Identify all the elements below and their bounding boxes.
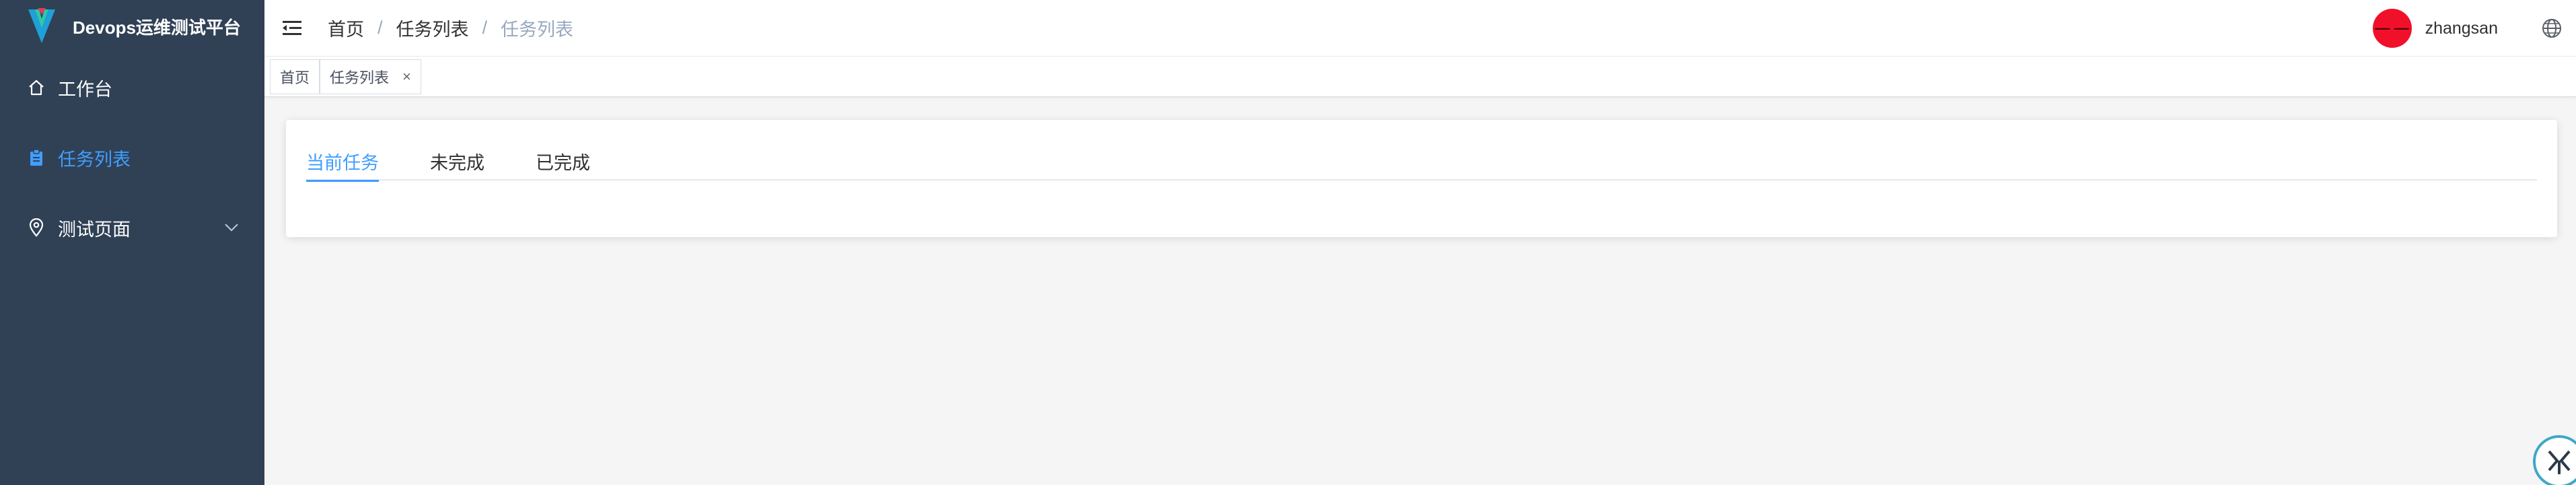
- clipboard-icon: [27, 148, 46, 167]
- app-root: Devops运维测试平台 工作台 任务列表 测试页面 首页 / 任务列表 / 任…: [0, 0, 2576, 485]
- app-title: Devops运维测试平台: [73, 17, 241, 38]
- tag-home[interactable]: 首页: [270, 59, 320, 94]
- tag-label: 首页: [280, 69, 310, 86]
- sidebar-item-task-list[interactable]: 任务列表: [0, 123, 264, 193]
- sidebar-item-label: 工作台: [58, 79, 112, 100]
- avatar-face: — —: [2375, 20, 2409, 36]
- sidebar-item-workbench[interactable]: 工作台: [0, 53, 264, 123]
- breadcrumb-task-list[interactable]: 任务列表: [396, 15, 469, 41]
- breadcrumb: 首页 / 任务列表 / 任务列表: [328, 15, 573, 41]
- globe-icon[interactable]: [2541, 18, 2563, 39]
- breadcrumb-separator: /: [482, 18, 488, 38]
- sidebar: Devops运维测试平台 工作台 任务列表 测试页面: [0, 0, 264, 485]
- sidebar-item-label: 测试页面: [58, 219, 131, 240]
- tag-task-list[interactable]: 任务列表 ×: [320, 59, 421, 94]
- breadcrumb-home[interactable]: 首页: [328, 15, 364, 41]
- navbar: 首页 / 任务列表 / 任务列表 — — zhangsan: [264, 0, 2576, 57]
- sidebar-item-label: 任务列表: [58, 149, 131, 170]
- floating-assistant-button[interactable]: [2533, 435, 2576, 485]
- breadcrumb-current: 任务列表: [501, 20, 574, 40]
- tag-label: 任务列表: [330, 69, 390, 86]
- tab-incomplete[interactable]: 未完成: [430, 146, 485, 181]
- app-logo-icon: [28, 8, 55, 43]
- right-menu: — — zhangsan: [2372, 0, 2576, 57]
- username[interactable]: zhangsan: [2425, 19, 2498, 38]
- breadcrumb-separator: /: [378, 18, 383, 38]
- sidebar-item-test-page[interactable]: 测试页面: [0, 193, 264, 263]
- hamburger-button[interactable]: [281, 17, 303, 40]
- tab-completed[interactable]: 已完成: [536, 146, 590, 181]
- main-area: 首页 / 任务列表 / 任务列表 — — zhangsan 首页 任务列表 × …: [264, 0, 2576, 485]
- task-card: 当前任务 未完成 已完成: [286, 120, 2557, 237]
- assistant-icon: [2548, 450, 2571, 474]
- tags-view: 首页 任务列表 ×: [264, 57, 2576, 97]
- location-pin-icon: [27, 218, 46, 237]
- home-icon: [27, 78, 46, 97]
- task-tabs: 当前任务 未完成 已完成: [306, 146, 2537, 182]
- menu-fold-icon: [283, 20, 301, 35]
- avatar[interactable]: — —: [2372, 9, 2412, 48]
- close-icon[interactable]: ×: [402, 68, 411, 86]
- tab-current-tasks[interactable]: 当前任务: [306, 146, 379, 182]
- chevron-down-icon: [225, 224, 238, 232]
- logo[interactable]: Devops运维测试平台: [0, 0, 264, 53]
